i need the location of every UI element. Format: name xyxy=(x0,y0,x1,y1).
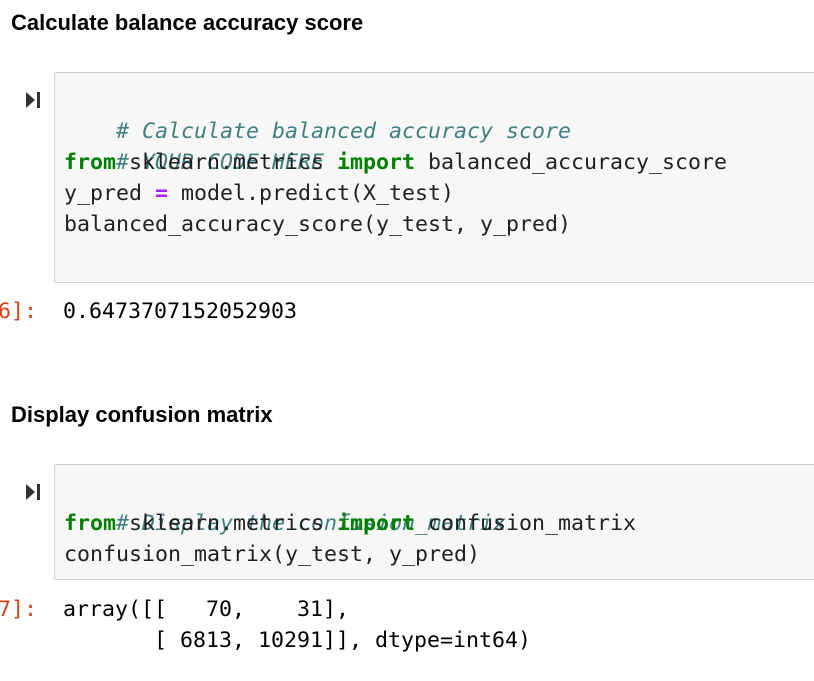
code-text: sklearn.metrics xyxy=(116,511,338,536)
run-cell-icon[interactable] xyxy=(26,91,42,109)
code-keyword-from: from xyxy=(64,511,117,536)
code-text: balanced_accuracy_score(y_test, y_pred) xyxy=(64,212,572,237)
section-heading-balanced-accuracy: Calculate balance accuracy score xyxy=(11,10,364,35)
code-text: sklearn.metrics xyxy=(116,150,338,175)
code-cell-balanced-accuracy[interactable]: # Calculate balanced accuracy score # YO… xyxy=(54,72,814,283)
code-text: confusion_matrix(y_test, y_pred) xyxy=(64,542,481,567)
run-cell-icon[interactable] xyxy=(26,483,42,501)
code-operator: = xyxy=(155,181,169,206)
code-text: balanced_accuracy_score xyxy=(415,150,728,175)
code-line: confusion_matrix(y_test, y_pred) xyxy=(64,539,480,570)
output-text: array([[ 70, 31], xyxy=(63,597,350,622)
output-text: 0.6473707152052903 xyxy=(63,299,298,324)
code-keyword-import: import xyxy=(337,150,416,175)
code-text: y_pred xyxy=(64,181,156,206)
section-heading-confusion-matrix: Display confusion matrix xyxy=(11,402,273,427)
code-text: model.predict(X_test) xyxy=(168,181,455,206)
code-cell-confusion-matrix[interactable]: # Display the confusion_matrix from skle… xyxy=(54,464,814,580)
code-text: confusion_matrix xyxy=(415,511,637,536)
code-keyword-import: import xyxy=(337,511,416,536)
code-line: balanced_accuracy_score(y_test, y_pred) xyxy=(64,209,571,240)
code-line: from sklearn.metrics import balanced_acc… xyxy=(64,147,727,178)
code-keyword-from: from xyxy=(64,150,117,175)
code-line: y_pred = model.predict(X_test) xyxy=(64,178,454,209)
code-line: from sklearn.metrics import confusion_ma… xyxy=(64,508,636,539)
output-prompt: 7]: xyxy=(0,597,38,622)
output-text: [ 6813, 10291]], dtype=int64) xyxy=(63,628,532,653)
output-prompt: 6]: xyxy=(0,299,38,324)
